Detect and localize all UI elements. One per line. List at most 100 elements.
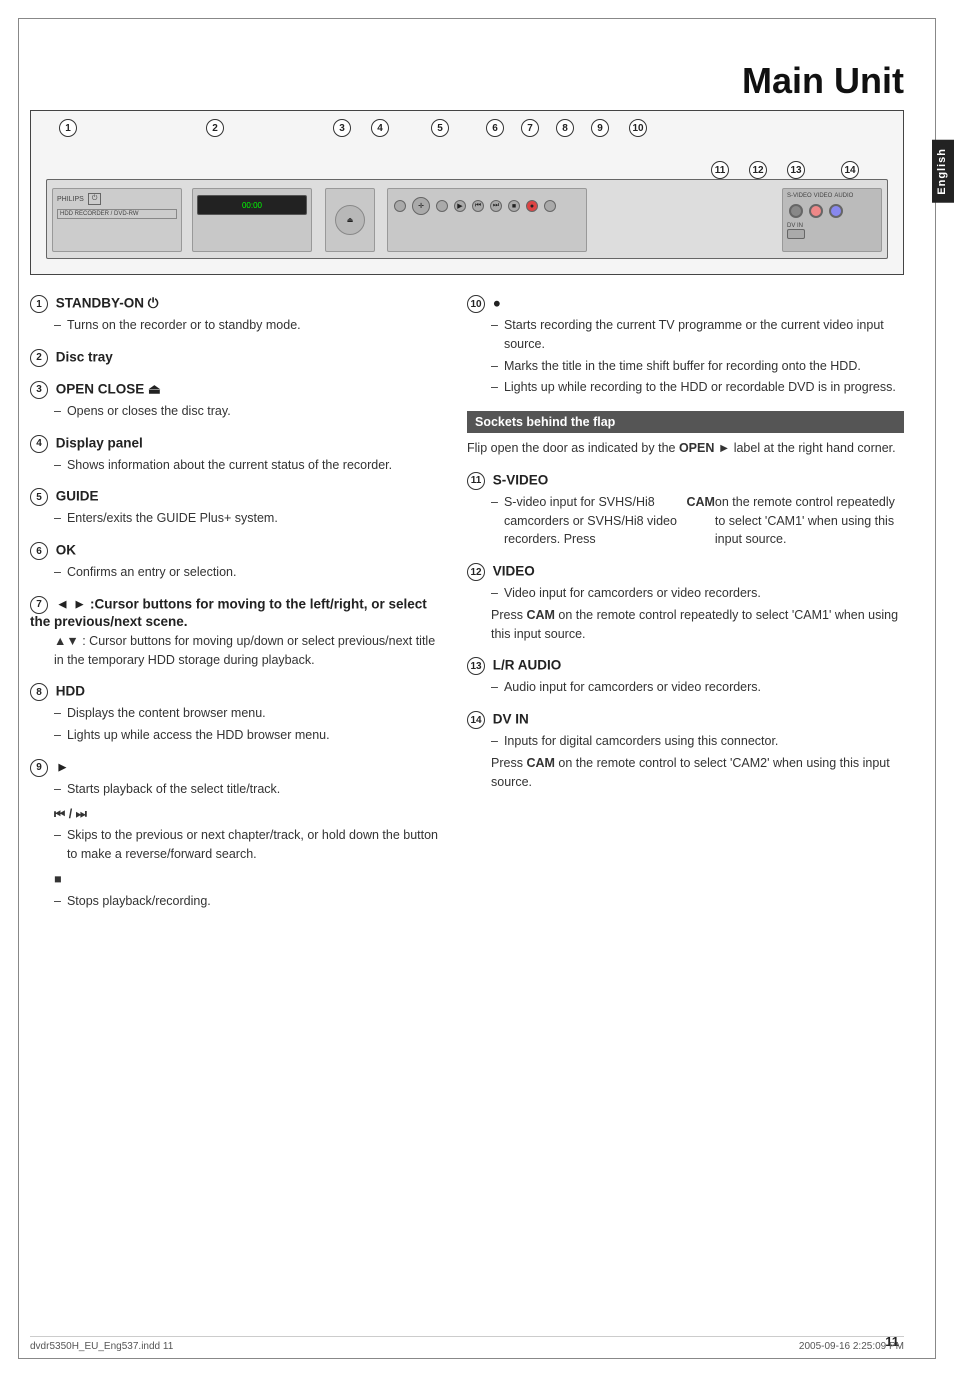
section-3-title: 3 OPEN CLOSE ⏏ xyxy=(30,381,441,399)
callout-7: 7 xyxy=(521,119,539,137)
item-hdd-2: Lights up while access the HDD browser m… xyxy=(54,726,441,745)
section-video: 12 VIDEO Video input for camcorders or v… xyxy=(467,563,904,643)
section-11-body: S-video input for SVHS/Hi8 camcorders or… xyxy=(467,493,904,549)
callout-11: 11 xyxy=(711,161,729,179)
page-title: Main Unit xyxy=(742,60,904,102)
item-rec-1: Starts recording the current TV programm… xyxy=(491,316,904,354)
callout-13: 13 xyxy=(787,161,805,179)
section-1-body: Turns on the recorder or to standby mode… xyxy=(30,316,441,335)
page-border-left xyxy=(18,18,19,1359)
diag-drive-section: ⏏ xyxy=(325,188,375,252)
section-display-panel: 4 Display panel Shows information about … xyxy=(30,435,441,475)
section-open-close: 3 OPEN CLOSE ⏏ Opens or closes the disc … xyxy=(30,381,441,421)
num-4: 4 xyxy=(30,435,48,453)
diag-ports-section: S-VIDEO VIDEO AUDIO DV IN xyxy=(782,188,882,252)
section-12-body: Video input for camcorders or video reco… xyxy=(467,584,904,643)
item-rec-3: Lights up while recording to the HDD or … xyxy=(491,378,904,397)
num-13: 13 xyxy=(467,657,485,675)
section-7-title: 7 ◄ ► :Cursor buttons for moving to the … xyxy=(30,596,441,629)
section-13-body: Audio input for camcorders or video reco… xyxy=(467,678,904,697)
section-stop-body: ■ Stops playback/recording. xyxy=(30,870,441,911)
num-12: 12 xyxy=(467,563,485,581)
section-8-body: Displays the content browser menu. Light… xyxy=(30,704,441,745)
section-play: 9 ► Starts playback of the select title/… xyxy=(30,759,441,911)
item-dvin-1: Inputs for digital camcorders using this… xyxy=(491,732,904,751)
item-guide-1: Enters/exits the GUIDE Plus+ system. xyxy=(54,509,441,528)
section-7-body: ▲▼ : Cursor buttons for moving up/down o… xyxy=(30,632,441,670)
num-11: 11 xyxy=(467,472,485,490)
callout-2: 2 xyxy=(206,119,224,137)
footer-right: 2005-09-16 2:25:09 PM xyxy=(799,1341,904,1352)
diag-mid-section: 00:00 xyxy=(192,188,312,252)
item-hdd-1: Displays the content browser menu. xyxy=(54,704,441,723)
sockets-banner: Sockets behind the flap xyxy=(467,411,904,433)
num-3: 3 xyxy=(30,381,48,399)
section-ok: 6 OK Confirms an entry or selection. xyxy=(30,542,441,582)
section-2-title: 2 Disc tray xyxy=(30,349,441,367)
num-1: 1 xyxy=(30,295,48,313)
skip-title: ⏮ / ⏭ xyxy=(54,805,441,824)
item-cursor-1: ▲▼ : Cursor buttons for moving up/down o… xyxy=(54,632,441,670)
section-5-title: 5 GUIDE xyxy=(30,488,441,506)
section-8-title: 8 HDD xyxy=(30,683,441,701)
num-8: 8 xyxy=(30,683,48,701)
section-12-title: 12 VIDEO xyxy=(467,563,904,581)
item-svideo-1: S-video input for SVHS/Hi8 camcorders or… xyxy=(491,493,904,549)
diag-left-section: PHILIPS ⏻ HDD RECORDER / DVD-RW xyxy=(52,188,182,252)
section-6-body: Confirms an entry or selection. xyxy=(30,563,441,582)
num-10: 10 xyxy=(467,295,485,313)
callout-6: 6 xyxy=(486,119,504,137)
right-column: 10 ● Starts recording the current TV pro… xyxy=(467,295,904,805)
num-14: 14 xyxy=(467,711,485,729)
item-dvin-2: Press CAM on the remote control to selec… xyxy=(491,754,904,792)
num-6: 6 xyxy=(30,542,48,560)
section-svideo: 11 S-VIDEO S-video input for SVHS/Hi8 ca… xyxy=(467,472,904,549)
callout-8: 8 xyxy=(556,119,574,137)
num-7: 7 xyxy=(30,596,48,614)
footer-left: dvdr5350H_EU_Eng537.indd 11 xyxy=(30,1341,173,1352)
left-column: 1 STANDBY-ON ⏻ Turns on the recorder or … xyxy=(30,295,441,924)
callout-14: 14 xyxy=(841,161,859,179)
language-tab: English xyxy=(932,140,954,203)
section-11-title: 11 S-VIDEO xyxy=(467,472,904,490)
section-3-body: Opens or closes the disc tray. xyxy=(30,402,441,421)
sockets-body: Flip open the door as indicated by the O… xyxy=(467,439,904,458)
callout-9: 9 xyxy=(591,119,609,137)
section-14-title: 14 DV IN xyxy=(467,711,904,729)
item-openclose-1: Opens or closes the disc tray. xyxy=(54,402,441,421)
item-video-2: Press CAM on the remote control repeated… xyxy=(491,606,904,644)
item-play-1: Starts playback of the select title/trac… xyxy=(54,780,441,799)
footer: dvdr5350H_EU_Eng537.indd 11 2005-09-16 2… xyxy=(30,1336,904,1352)
section-10-title: 10 ● xyxy=(467,295,904,313)
content-area: 1 STANDBY-ON ⏻ Turns on the recorder or … xyxy=(30,295,904,1327)
num-2: 2 xyxy=(30,349,48,367)
section-guide: 5 GUIDE Enters/exits the GUIDE Plus+ sys… xyxy=(30,488,441,528)
item-display-1: Shows information about the current stat… xyxy=(54,456,441,475)
callout-12: 12 xyxy=(749,161,767,179)
page-border-top xyxy=(18,18,936,19)
section-10-body: Starts recording the current TV programm… xyxy=(467,316,904,397)
item-rec-2: Marks the title in the time shift buffer… xyxy=(491,357,904,376)
section-5-body: Enters/exits the GUIDE Plus+ system. xyxy=(30,509,441,528)
section-13-title: 13 L/R AUDIO xyxy=(467,657,904,675)
stop-title: ■ xyxy=(54,870,441,889)
num-9: 9 xyxy=(30,759,48,777)
item-skip-1: Skips to the previous or next chapter/tr… xyxy=(54,826,441,864)
section-4-title: 4 Display panel xyxy=(30,435,441,453)
section-14-body: Inputs for digital camcorders using this… xyxy=(467,732,904,791)
callout-4: 4 xyxy=(371,119,389,137)
section-9-title: 9 ► xyxy=(30,759,441,777)
section-audio: 13 L/R AUDIO Audio input for camcorders … xyxy=(467,657,904,697)
section-dvin: 14 DV IN Inputs for digital camcorders u… xyxy=(467,711,904,791)
page-border-right xyxy=(935,18,936,1359)
device-diagram: PHILIPS ⏻ HDD RECORDER / DVD-RW 00:00 ⏏ xyxy=(30,110,904,275)
callout-10: 10 xyxy=(629,119,647,137)
callout-3: 3 xyxy=(333,119,351,137)
item-stop-1: Stops playback/recording. xyxy=(54,892,441,911)
section-6-title: 6 OK xyxy=(30,542,441,560)
section-rec: 10 ● Starts recording the current TV pro… xyxy=(467,295,904,397)
section-4-body: Shows information about the current stat… xyxy=(30,456,441,475)
section-standby-on: 1 STANDBY-ON ⏻ Turns on the recorder or … xyxy=(30,295,441,335)
front-panel: PHILIPS ⏻ HDD RECORDER / DVD-RW 00:00 ⏏ xyxy=(46,179,888,259)
section-disc-tray: 2 Disc tray xyxy=(30,349,441,367)
